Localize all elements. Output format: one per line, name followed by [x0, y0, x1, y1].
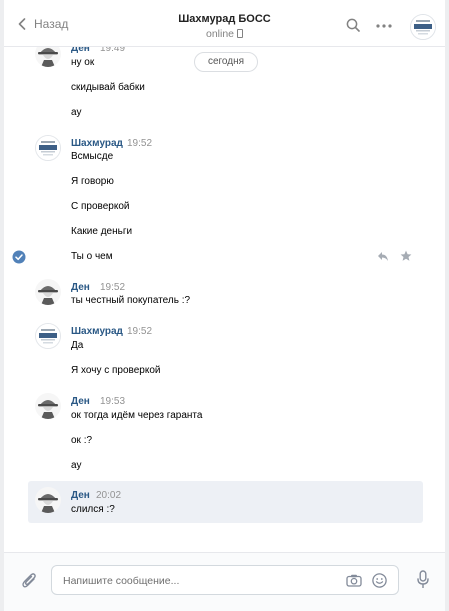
chat-header: Назад Шахмурад БОСС online [4, 0, 445, 47]
message-text: слился :? [71, 504, 115, 515]
date-separator: сегодня [194, 52, 258, 72]
chat-window: Назад Шахмурад БОСС online сегодня Ден 1… [4, 0, 445, 611]
check-circle-icon[interactable] [12, 250, 26, 264]
message-time: 19:53 [100, 396, 126, 407]
message-text: ок :? [71, 435, 93, 446]
message-input[interactable]: Напишите сообщение... [51, 565, 399, 595]
message-text: Да [71, 340, 84, 351]
message-text: ты честный покупатель :? [71, 295, 191, 306]
avatar[interactable] [35, 135, 61, 161]
message-time: 19:49 [100, 46, 126, 54]
message-text: Какие деньги [71, 226, 133, 237]
status-text: online [205, 28, 235, 40]
smile-icon[interactable] [372, 573, 387, 588]
author-name[interactable]: Ден [71, 46, 90, 54]
star-icon[interactable] [400, 250, 412, 262]
message-text: Ты о чем [71, 251, 113, 262]
message-text: Всмысде [71, 151, 114, 162]
author-name[interactable]: Ден [71, 282, 90, 293]
author-name[interactable]: Ден [71, 396, 90, 407]
message-time: 19:52 [100, 282, 126, 293]
message-composer: Напишите сообщение... [4, 552, 445, 611]
message-text: Я хочу с проверкой [71, 365, 161, 376]
message-time: 19:52 [127, 326, 153, 337]
camera-icon[interactable] [346, 574, 362, 587]
author-name[interactable]: Шахмурад [71, 138, 123, 149]
message-text: ок тогда идём через гаранта [71, 410, 203, 421]
boss-avatar-image [411, 15, 435, 39]
online-status: online [4, 28, 445, 40]
message-text: скидывай бабки [71, 82, 145, 93]
avatar[interactable] [35, 323, 61, 349]
more-icon[interactable] [376, 24, 392, 28]
message-input-placeholder: Напишите сообщение... [63, 575, 180, 587]
avatar[interactable] [35, 487, 61, 513]
message-text: ау [71, 107, 82, 118]
message-text: С проверкой [71, 201, 130, 212]
message-text: ну ок [71, 57, 95, 68]
avatar[interactable] [35, 393, 61, 419]
message-text: Я говорю [71, 176, 114, 187]
mobile-icon [237, 29, 244, 38]
paperclip-icon[interactable] [21, 571, 37, 589]
search-icon[interactable] [346, 18, 360, 32]
chat-avatar[interactable] [410, 14, 436, 40]
message-time: 20:02 [96, 490, 122, 501]
avatar[interactable] [35, 46, 61, 67]
author-name[interactable]: Ден [71, 490, 90, 501]
message-text: ау [71, 460, 82, 471]
highlighted-message[interactable] [28, 481, 423, 523]
microphone-icon[interactable] [417, 570, 429, 589]
message-history[interactable]: сегодня Ден 19:49 ну ок скидывай бабки а… [4, 46, 445, 552]
reply-icon[interactable] [377, 251, 389, 262]
avatar[interactable] [35, 279, 61, 305]
author-name[interactable]: Шахмурад [71, 326, 123, 337]
message-time: 19:52 [127, 138, 153, 149]
